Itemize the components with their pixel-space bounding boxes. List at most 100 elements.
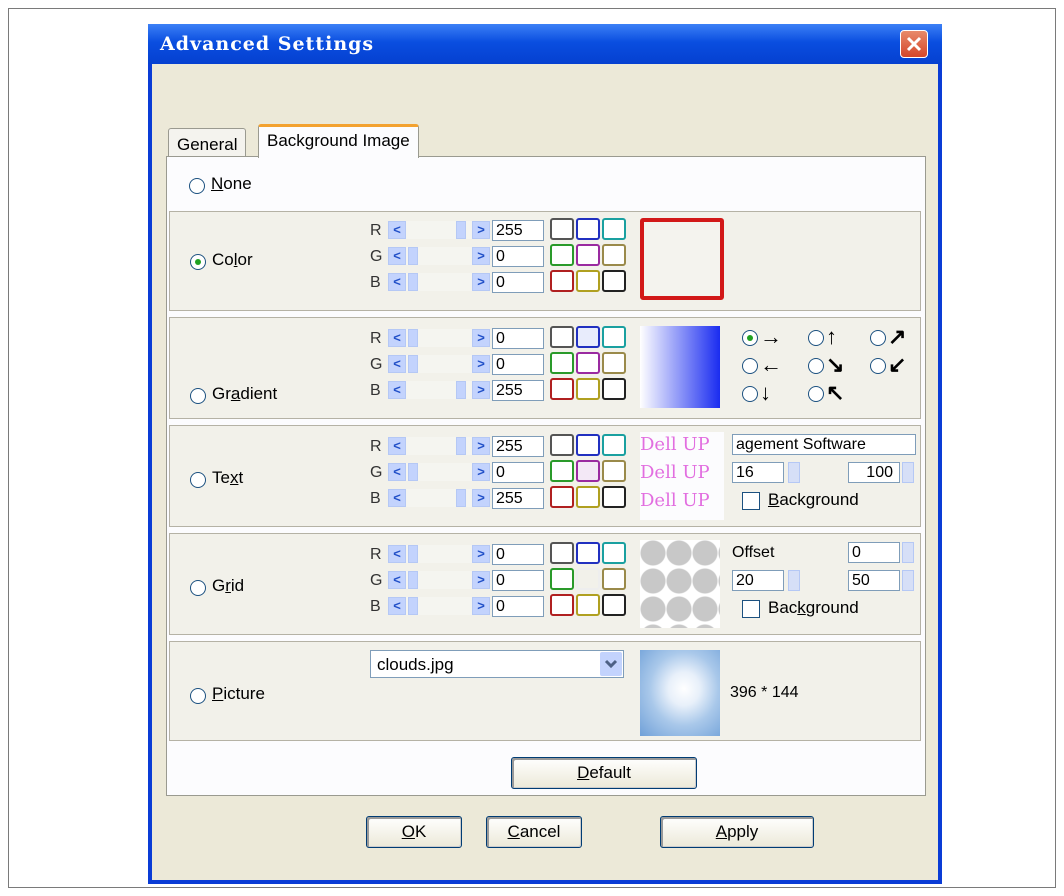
- grid-size-field[interactable]: 20: [732, 570, 784, 591]
- gradient-blue-value-field[interactable]: 255: [492, 380, 544, 401]
- text-size-spinner[interactable]: [788, 462, 800, 483]
- color-radio[interactable]: [190, 254, 206, 270]
- direction-up-right-radio[interactable]: [870, 330, 886, 346]
- grid-radio[interactable]: [190, 580, 206, 596]
- text-content-field[interactable]: agement Software: [732, 434, 916, 455]
- direction-down-right-radio[interactable]: [808, 358, 824, 374]
- grid-blue-slider-thumb[interactable]: [408, 597, 418, 615]
- direction-down-left-radio[interactable]: [870, 358, 886, 374]
- grid-red-increase-button[interactable]: >: [472, 545, 490, 563]
- grid-swatch-gray[interactable]: [550, 542, 574, 564]
- gradient-red-value-field[interactable]: 0: [492, 328, 544, 349]
- cancel-button[interactable]: Cancel: [486, 816, 582, 848]
- text-swatch-yellow[interactable]: [576, 486, 600, 508]
- grid-background-checkbox[interactable]: [742, 600, 760, 618]
- gradient-red-increase-button[interactable]: >: [472, 329, 490, 347]
- text-percent-spinner[interactable]: [902, 462, 914, 483]
- text-swatch-black[interactable]: [602, 486, 626, 508]
- blue-slider-thumb[interactable]: [408, 273, 418, 291]
- grid-swatch-black[interactable]: [602, 594, 626, 616]
- grid-swatch-blue[interactable]: [576, 542, 600, 564]
- close-button[interactable]: [900, 30, 928, 58]
- grid-blue-increase-button[interactable]: >: [472, 597, 490, 615]
- swatch-gray[interactable]: [550, 218, 574, 240]
- text-swatch-blue[interactable]: [576, 434, 600, 456]
- gradient-swatch-black[interactable]: [602, 378, 626, 400]
- gradient-swatch-yellow[interactable]: [576, 378, 600, 400]
- green-value-field[interactable]: 0: [492, 246, 544, 267]
- gradient-green-decrease-button[interactable]: <: [388, 355, 406, 373]
- grid-red-value-field[interactable]: 0: [492, 544, 544, 565]
- text-percent-field[interactable]: 100: [848, 462, 900, 483]
- swatch-black[interactable]: [602, 270, 626, 292]
- swatch-green[interactable]: [550, 244, 574, 266]
- grid-swatch-teal[interactable]: [602, 542, 626, 564]
- direction-up-radio[interactable]: [808, 330, 824, 346]
- tab-general[interactable]: General: [168, 128, 247, 158]
- swatch-teal[interactable]: [602, 218, 626, 240]
- text-swatch-green[interactable]: [550, 460, 574, 482]
- text-red-slider-thumb[interactable]: [456, 437, 466, 455]
- text-swatch-red[interactable]: [550, 486, 574, 508]
- text-size-field[interactable]: 16: [732, 462, 784, 483]
- text-background-checkbox[interactable]: [742, 492, 760, 510]
- grid-green-slider-thumb[interactable]: [408, 571, 418, 589]
- gradient-blue-decrease-button[interactable]: <: [388, 381, 406, 399]
- gradient-radio[interactable]: [190, 388, 206, 404]
- grid-swatch-red[interactable]: [550, 594, 574, 616]
- blue-increase-button[interactable]: >: [472, 273, 490, 291]
- gradient-swatch-olive[interactable]: [602, 352, 626, 374]
- text-swatch-gray[interactable]: [550, 434, 574, 456]
- gradient-swatch-gray[interactable]: [550, 326, 574, 348]
- grid-blue-value-field[interactable]: 0: [492, 596, 544, 617]
- none-radio[interactable]: [189, 178, 205, 194]
- gradient-green-value-field[interactable]: 0: [492, 354, 544, 375]
- grid-percent-field[interactable]: 50: [848, 570, 900, 591]
- blue-decrease-button[interactable]: <: [388, 273, 406, 291]
- text-green-value-field[interactable]: 0: [492, 462, 544, 483]
- red-slider-thumb[interactable]: [456, 221, 466, 239]
- text-swatch-olive[interactable]: [602, 460, 626, 482]
- red-value-field[interactable]: 255: [492, 220, 544, 241]
- text-swatch-purple[interactable]: [576, 460, 600, 482]
- title-bar[interactable]: Advanced Settings: [148, 24, 942, 64]
- gradient-green-increase-button[interactable]: >: [472, 355, 490, 373]
- grid-swatch-yellow[interactable]: [576, 594, 600, 616]
- gradient-swatch-purple[interactable]: [576, 352, 600, 374]
- grid-green-increase-button[interactable]: >: [472, 571, 490, 589]
- text-blue-slider-thumb[interactable]: [456, 489, 466, 507]
- grid-offset-spinner[interactable]: [902, 542, 914, 563]
- gradient-swatch-teal[interactable]: [602, 326, 626, 348]
- swatch-olive[interactable]: [602, 244, 626, 266]
- gradient-swatch-blue[interactable]: [576, 326, 600, 348]
- text-blue-value-field[interactable]: 255: [492, 488, 544, 509]
- green-increase-button[interactable]: >: [472, 247, 490, 265]
- grid-size-spinner[interactable]: [788, 570, 800, 591]
- text-blue-increase-button[interactable]: >: [472, 489, 490, 507]
- grid-green-value-field[interactable]: 0: [492, 570, 544, 591]
- gradient-swatch-green[interactable]: [550, 352, 574, 374]
- grid-green-decrease-button[interactable]: <: [388, 571, 406, 589]
- grid-swatch-blank[interactable]: [576, 568, 600, 590]
- swatch-purple[interactable]: [576, 244, 600, 266]
- text-green-slider-thumb[interactable]: [408, 463, 418, 481]
- direction-up-left-radio[interactable]: [808, 386, 824, 402]
- text-radio[interactable]: [190, 472, 206, 488]
- gradient-blue-slider-thumb[interactable]: [456, 381, 466, 399]
- text-swatch-teal[interactable]: [602, 434, 626, 456]
- picture-radio[interactable]: [190, 688, 206, 704]
- text-green-decrease-button[interactable]: <: [388, 463, 406, 481]
- gradient-green-slider-thumb[interactable]: [408, 355, 418, 373]
- swatch-blue[interactable]: [576, 218, 600, 240]
- swatch-red[interactable]: [550, 270, 574, 292]
- text-green-increase-button[interactable]: >: [472, 463, 490, 481]
- blue-value-field[interactable]: 0: [492, 272, 544, 293]
- green-decrease-button[interactable]: <: [388, 247, 406, 265]
- grid-red-decrease-button[interactable]: <: [388, 545, 406, 563]
- grid-swatch-olive[interactable]: [602, 568, 626, 590]
- gradient-blue-increase-button[interactable]: >: [472, 381, 490, 399]
- apply-button[interactable]: Apply: [660, 816, 814, 848]
- grid-percent-spinner[interactable]: [902, 570, 914, 591]
- text-red-decrease-button[interactable]: <: [388, 437, 406, 455]
- gradient-red-slider-thumb[interactable]: [408, 329, 418, 347]
